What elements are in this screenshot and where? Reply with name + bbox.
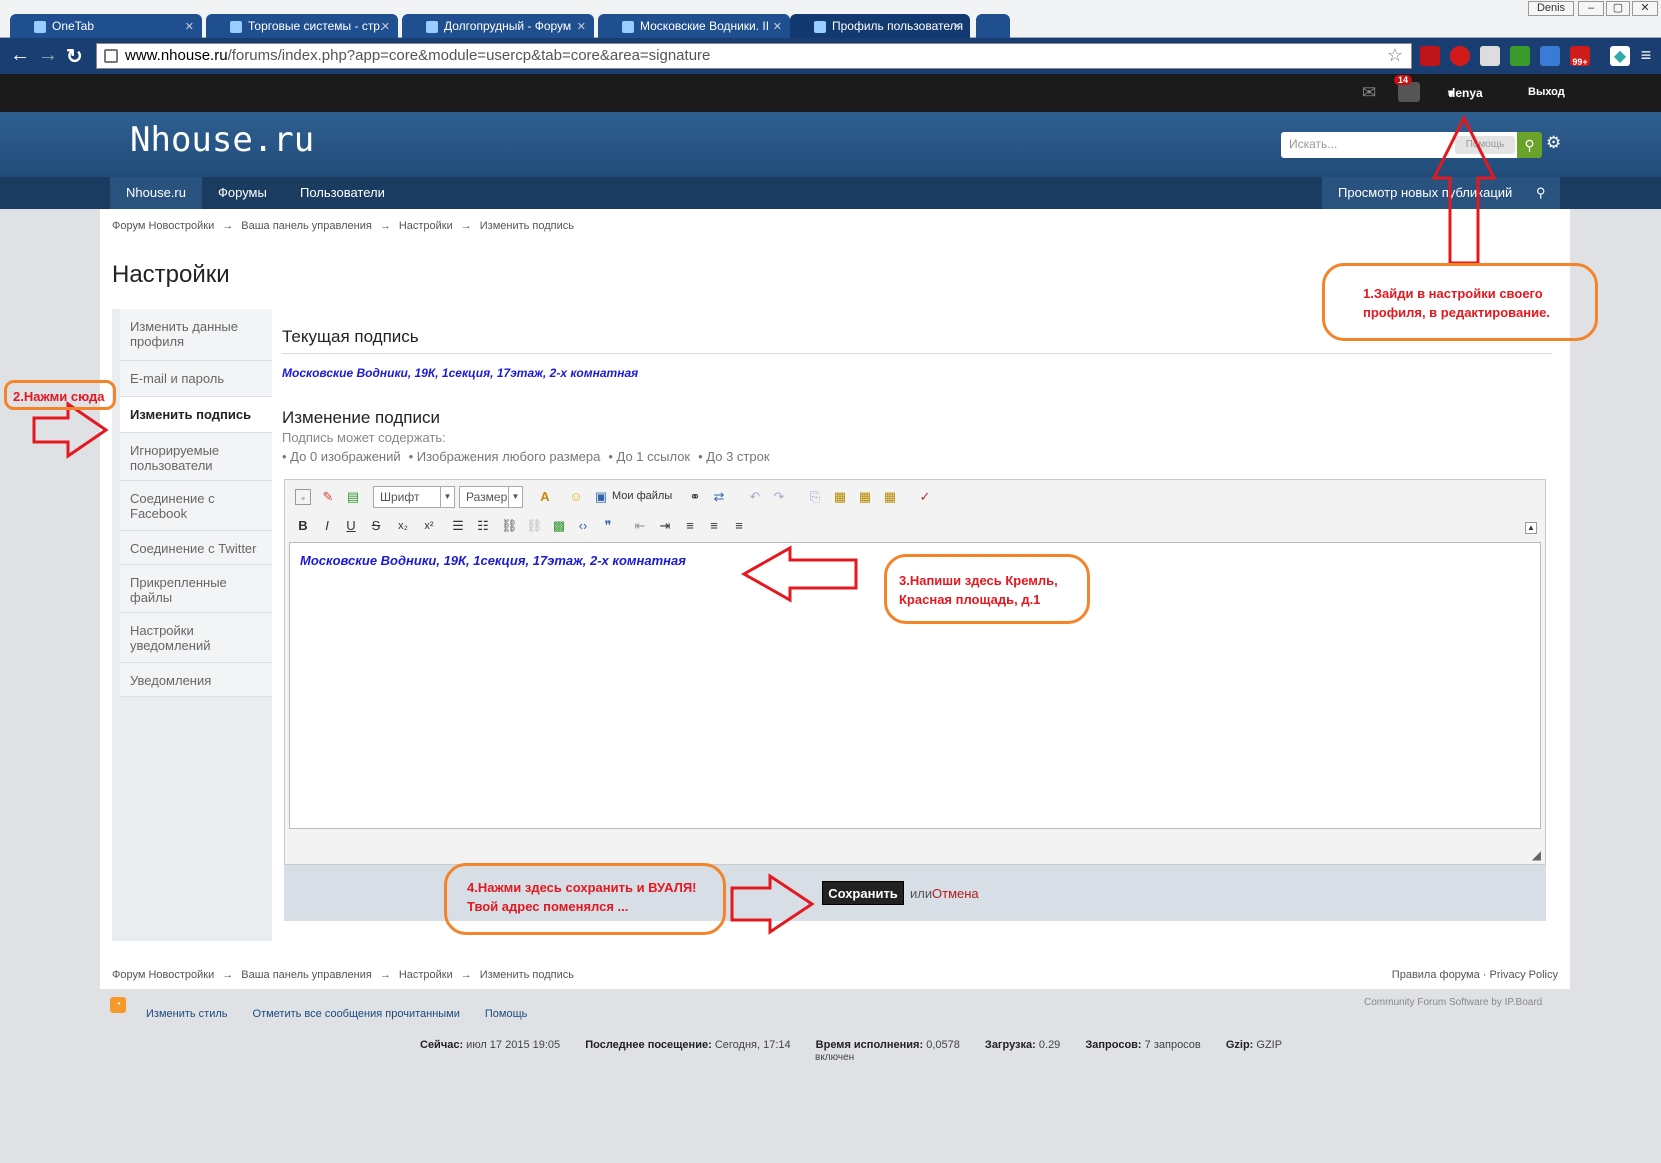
annotation-arrows [32,114,1497,935]
annotation-note-1: 1.Зайди в настройки своего профиля, в ре… [1322,263,1598,341]
annotation-note-3: 3.Напиши здесь Кремль, Красная площадь, … [884,554,1090,624]
arrow-up-to-profile [1431,114,1497,265]
arrow-right-to-sidebar [32,401,109,459]
annotation-note-2: 2.Нажми сюда [4,380,116,410]
arrow-right-to-save [730,873,815,935]
annotation-note-4: 4.Нажми здесь сохранить и ВУАЛЯ! Твой ад… [444,863,726,935]
arrow-left-to-editor [740,545,858,603]
